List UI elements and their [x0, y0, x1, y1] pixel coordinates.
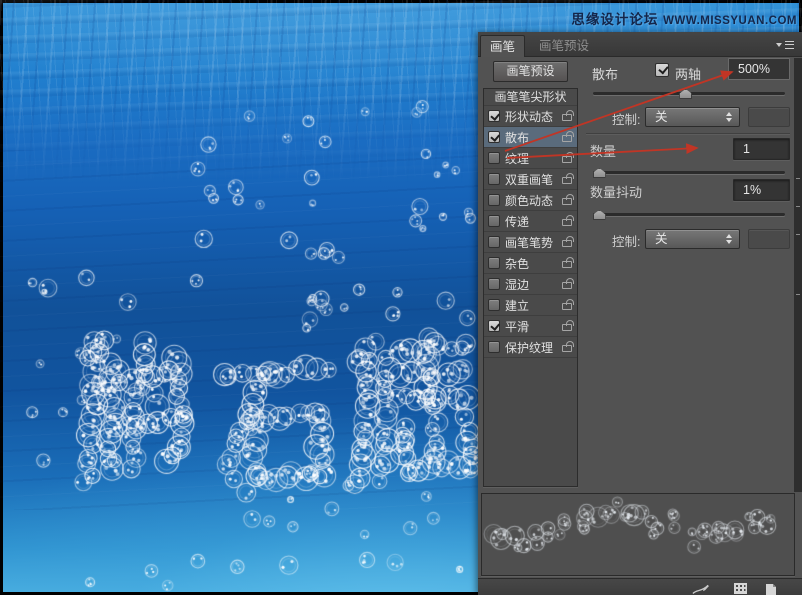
unlock-icon[interactable]	[562, 240, 572, 247]
spinner-icon	[725, 111, 733, 123]
brush-option-row[interactable]: 形状动态	[484, 106, 577, 127]
option-label: 纹理	[505, 150, 529, 167]
slider-thumb[interactable]	[679, 89, 692, 99]
unlock-icon[interactable]	[562, 177, 572, 184]
option-checkbox[interactable]	[488, 341, 500, 353]
option-checkbox[interactable]	[488, 173, 500, 185]
control1-dropdown[interactable]: 关	[645, 107, 740, 127]
count-slider[interactable]	[593, 168, 785, 178]
control1-label: 控制:	[612, 109, 640, 128]
pattern-icon[interactable]	[732, 582, 750, 595]
scatter-amount-input[interactable]: 500%	[728, 58, 790, 80]
control2-dropdown[interactable]: 关	[645, 229, 740, 249]
brush-option-row[interactable]: 平滑	[484, 316, 577, 337]
brush-option-row[interactable]: 杂色	[484, 253, 577, 274]
option-checkbox[interactable]	[488, 257, 500, 269]
slider-track[interactable]	[593, 213, 785, 216]
site-watermark: 思缘设计论坛 WWW.MISSYUAN.COM	[571, 8, 797, 28]
option-checkbox[interactable]	[488, 194, 500, 206]
unlock-icon[interactable]	[562, 324, 572, 331]
brush-options-list: 画笔笔尖形状 形状动态散布纹理双重画笔颜色动态传递画笔笔势杂色湿边建立平滑保护纹…	[483, 88, 578, 487]
option-label: 保护纹理	[505, 339, 553, 356]
panel-menu-icon[interactable]	[776, 40, 794, 50]
count-jitter-label: 数量抖动	[590, 182, 642, 201]
bubble-text-artwork	[0, 0, 478, 595]
panel-tab-bar: 画笔 画笔预设	[478, 32, 802, 57]
brush-tip-shape-item[interactable]: 画笔笔尖形状	[484, 89, 577, 106]
option-label: 散布	[505, 129, 529, 146]
unlock-icon[interactable]	[562, 198, 572, 205]
option-label: 湿边	[505, 276, 529, 293]
unlock-icon[interactable]	[562, 114, 572, 121]
option-label: 杂色	[505, 255, 529, 272]
brush-option-row[interactable]: 散布	[484, 127, 577, 148]
control1-value: 关	[655, 110, 668, 124]
panel-scroll-gutter[interactable]	[794, 58, 802, 492]
option-label: 传递	[505, 213, 529, 230]
count-label: 数量	[590, 141, 616, 160]
option-checkbox[interactable]	[488, 152, 500, 164]
option-label: 建立	[505, 297, 529, 314]
brush-panel: 画笔 画笔预设 画笔预设 散布 两轴 500% 控制: 关 数量 1 数量抖动 …	[478, 32, 802, 595]
scatter-slider[interactable]	[593, 89, 785, 99]
count-jitter-slider[interactable]	[593, 210, 785, 220]
count-input[interactable]: 1	[733, 138, 790, 160]
brush-stroke-preview	[481, 493, 795, 576]
brush-options-rows: 形状动态散布纹理双重画笔颜色动态传递画笔笔势杂色湿边建立平滑保护纹理	[484, 106, 577, 358]
brush-presets-button[interactable]: 画笔预设	[493, 61, 568, 82]
watermark-site: 思缘设计论坛	[571, 12, 658, 27]
option-label: 画笔笔势	[505, 234, 553, 251]
slider-track[interactable]	[593, 171, 785, 174]
option-label: 平滑	[505, 318, 529, 335]
slider-thumb[interactable]	[593, 168, 606, 178]
tab-brush[interactable]: 画笔	[480, 35, 525, 57]
brush-option-row[interactable]: 画笔笔势	[484, 232, 577, 253]
count-jitter-input[interactable]: 1%	[733, 179, 790, 201]
panel-bottom-bar	[478, 578, 802, 595]
new-brush-icon[interactable]	[762, 582, 780, 595]
control2-value: 关	[655, 232, 668, 246]
control2-label: 控制:	[612, 231, 640, 250]
watermark-url: WWW.MISSYUAN.COM	[663, 15, 797, 27]
option-checkbox[interactable]	[488, 278, 500, 290]
option-checkbox[interactable]	[488, 215, 500, 227]
option-checkbox[interactable]	[488, 110, 500, 122]
brush-option-row[interactable]: 传递	[484, 211, 577, 232]
option-label: 形状动态	[505, 108, 553, 125]
option-checkbox[interactable]	[488, 320, 500, 332]
control2-disabled-field	[748, 229, 790, 249]
unlock-icon[interactable]	[562, 261, 572, 268]
both-axes-label: 两轴	[675, 64, 701, 83]
option-checkbox[interactable]	[488, 131, 500, 143]
photoshop-workspace: 思缘设计论坛 WWW.MISSYUAN.COM 画笔 画笔预设 画笔预设 散布 …	[0, 0, 802, 595]
unlock-icon[interactable]	[562, 156, 572, 163]
brush-option-row[interactable]: 纹理	[484, 148, 577, 169]
unlock-icon[interactable]	[562, 303, 572, 310]
unlock-icon[interactable]	[562, 282, 572, 289]
unlock-icon[interactable]	[562, 345, 572, 352]
slider-thumb[interactable]	[593, 210, 606, 220]
control1-disabled-field	[748, 107, 790, 127]
both-axes-checkbox[interactable]	[655, 63, 669, 77]
tab-brush-presets[interactable]: 画笔预设	[530, 35, 598, 57]
brush-option-row[interactable]: 保护纹理	[484, 337, 577, 358]
brush-option-row[interactable]: 颜色动态	[484, 190, 577, 211]
spinner-icon	[725, 233, 733, 245]
option-checkbox[interactable]	[488, 236, 500, 248]
option-checkbox[interactable]	[488, 299, 500, 311]
brush-option-row[interactable]: 双重画笔	[484, 169, 577, 190]
unlock-icon[interactable]	[562, 219, 572, 226]
option-label: 双重画笔	[505, 171, 553, 188]
section-divider	[586, 133, 790, 135]
brush-option-row[interactable]: 建立	[484, 295, 577, 316]
stroke-preview-canvas	[482, 494, 794, 575]
scatter-section-label: 散布	[592, 64, 618, 83]
unlock-icon[interactable]	[562, 135, 572, 142]
brush-stroke-icon[interactable]	[692, 582, 710, 595]
brush-option-row[interactable]: 湿边	[484, 274, 577, 295]
option-label: 颜色动态	[505, 192, 553, 209]
